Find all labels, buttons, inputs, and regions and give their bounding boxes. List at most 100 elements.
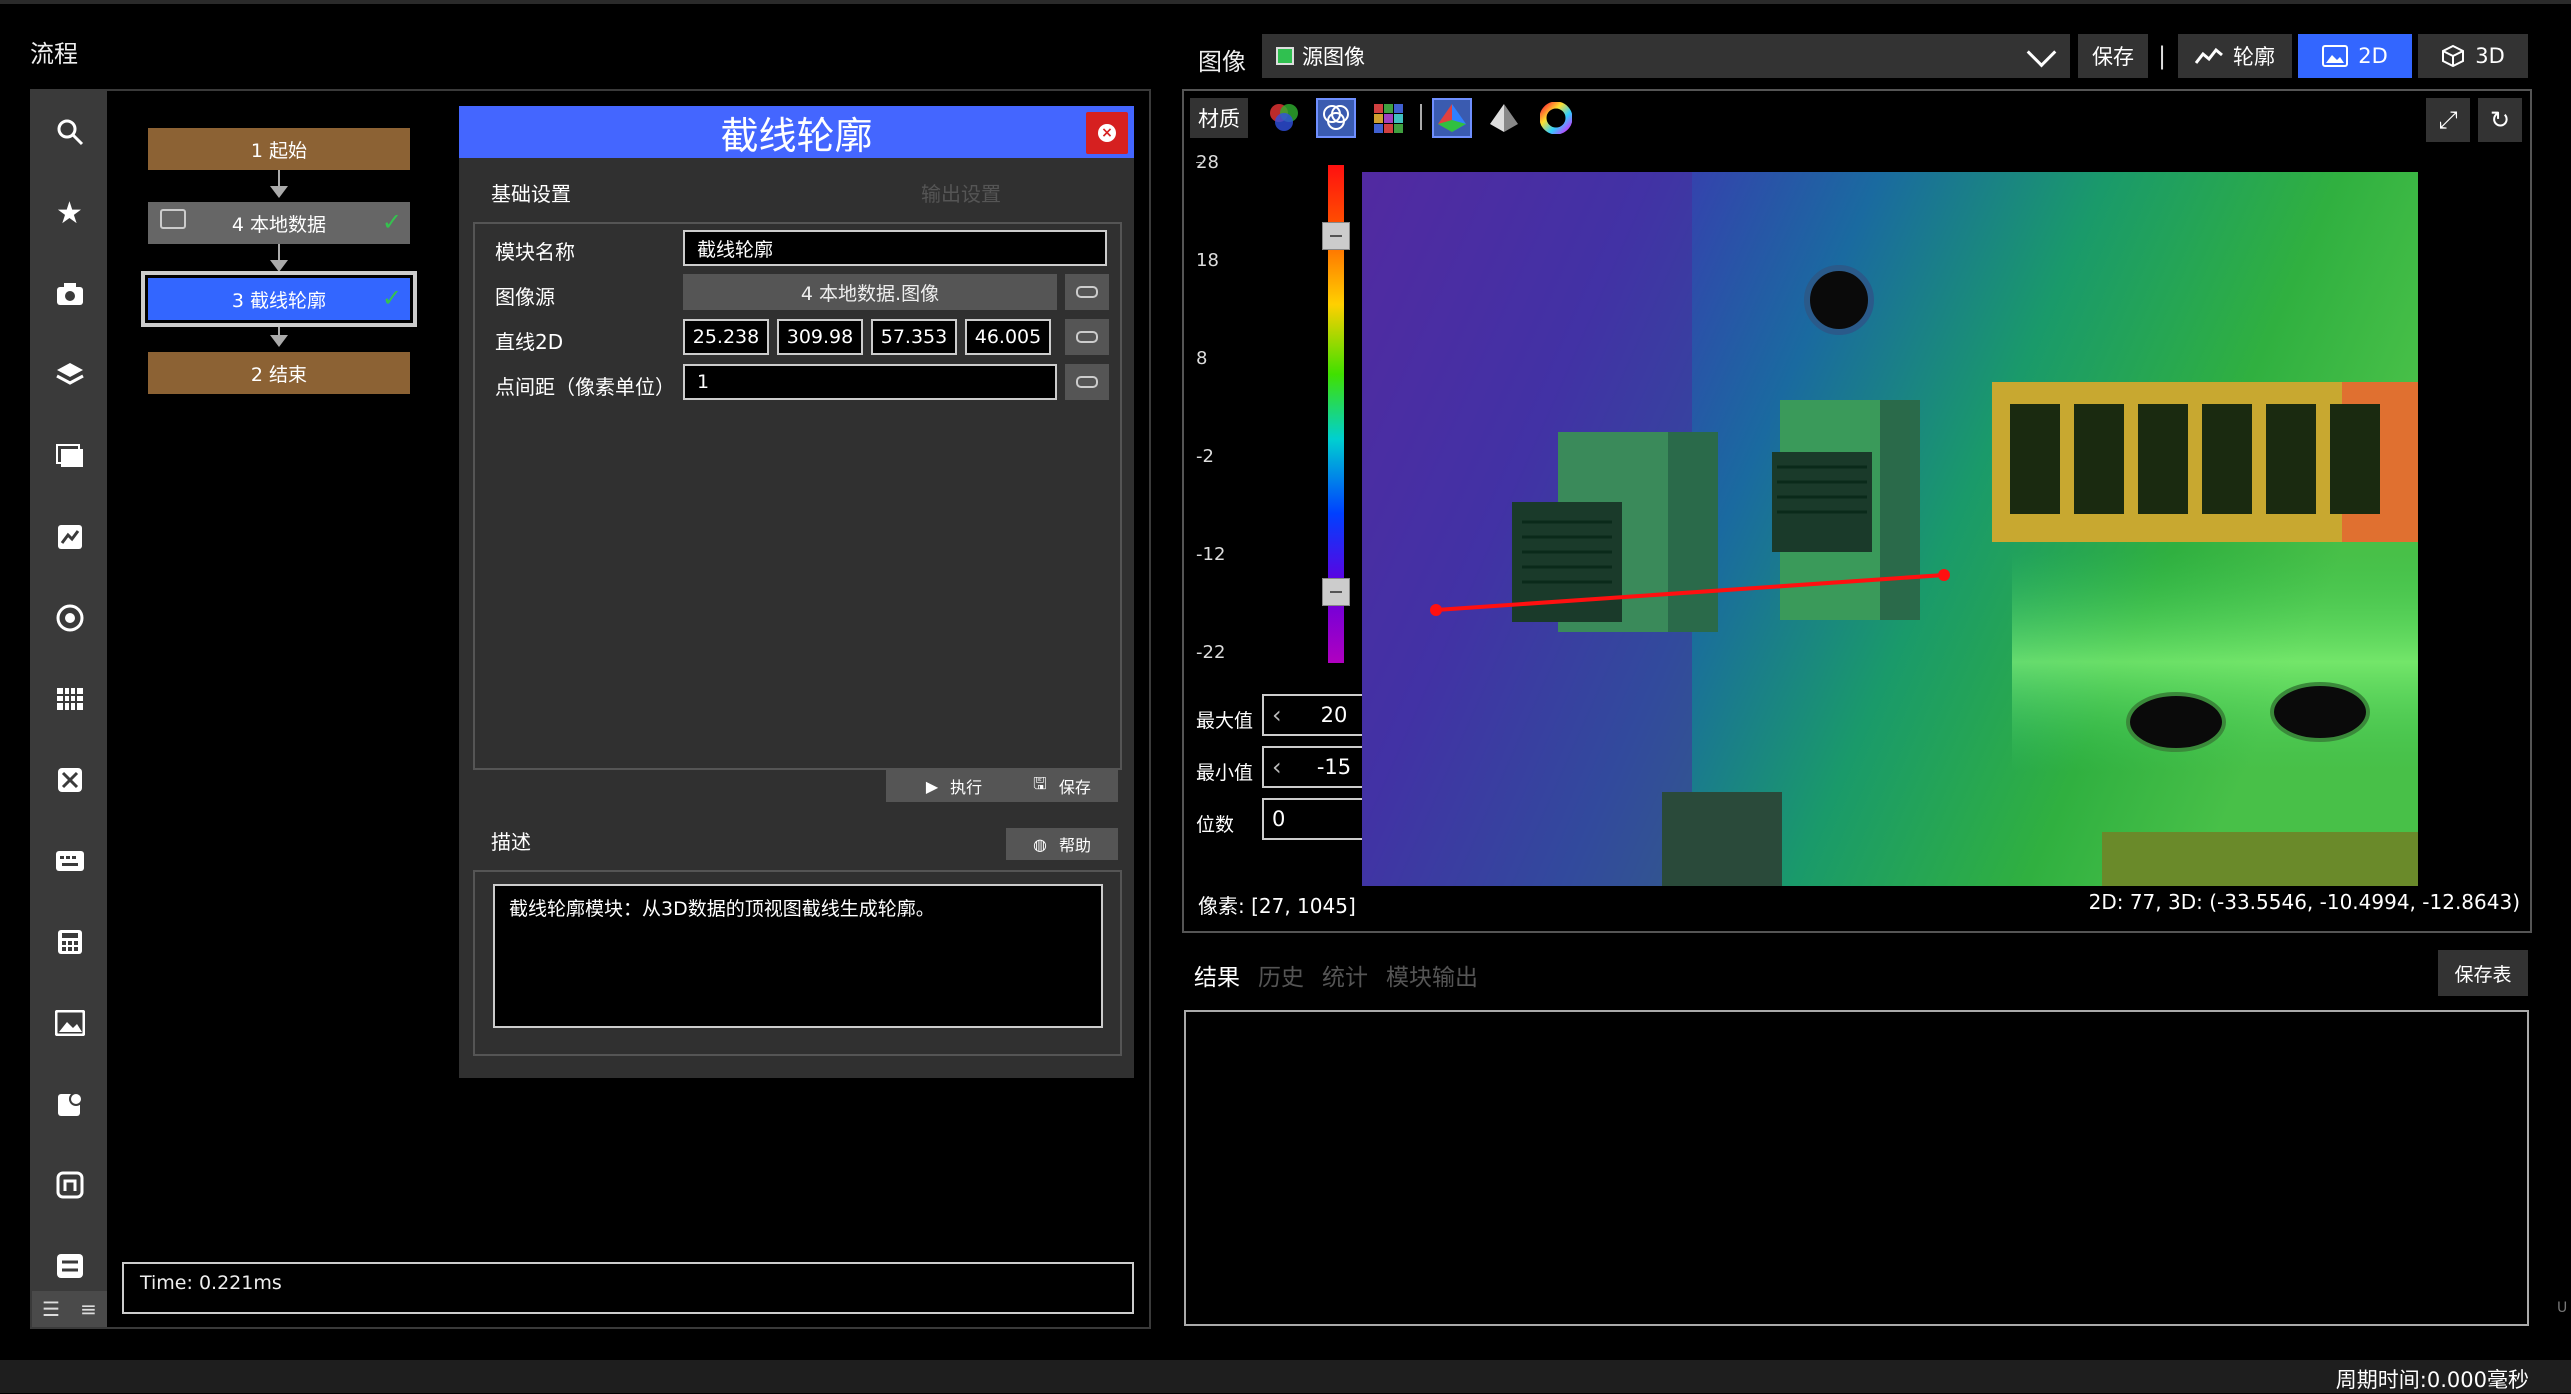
source-color-icon bbox=[1276, 47, 1294, 65]
flow-node-start[interactable]: 1 起始 bbox=[148, 128, 410, 170]
link-icon bbox=[1076, 331, 1098, 343]
height-map-image[interactable] bbox=[1362, 172, 2418, 886]
image-source-link-button[interactable] bbox=[1065, 274, 1109, 310]
color-pyramid-icon[interactable] bbox=[1432, 98, 1472, 138]
chevron-left-icon[interactable]: ‹ bbox=[1272, 701, 1282, 729]
check-icon: ✓ bbox=[381, 284, 402, 312]
refresh-button[interactable]: ↻ bbox=[2478, 98, 2522, 142]
target-icon[interactable] bbox=[32, 593, 107, 643]
view-3d-button[interactable]: 3D bbox=[2418, 34, 2528, 78]
flow-arrow-icon bbox=[270, 335, 288, 347]
line2d-link-button[interactable] bbox=[1065, 319, 1109, 355]
picture-icon[interactable] bbox=[32, 998, 107, 1048]
scale-max-handle[interactable] bbox=[1322, 222, 1350, 250]
close-icon: × bbox=[1098, 124, 1116, 142]
flow-connector bbox=[278, 327, 280, 335]
tab-basic-settings[interactable]: 基础设置 bbox=[491, 178, 571, 207]
view-3d-label: 3D bbox=[2475, 44, 2505, 68]
run-button[interactable]: ▶ 执行 bbox=[886, 770, 1022, 802]
tool-separator bbox=[1420, 104, 1422, 130]
line2d-label: 直线2D bbox=[495, 330, 564, 354]
keyboard-icon[interactable] bbox=[32, 836, 107, 886]
mono-circles-icon[interactable] bbox=[1316, 98, 1356, 138]
scale-label: 8 bbox=[1196, 348, 1208, 369]
status-bar: 周期时间:0.000毫秒 bbox=[0, 1360, 2571, 1393]
gray-pyramid-icon[interactable] bbox=[1484, 98, 1524, 138]
scale-min-handle[interactable] bbox=[1322, 578, 1350, 606]
grid-icon[interactable] bbox=[32, 674, 107, 724]
image-source-select[interactable]: 4 本地数据.图像 bbox=[683, 274, 1057, 310]
image-source-dropdown[interactable]: 源图像 bbox=[1262, 34, 2070, 78]
image-save-button[interactable]: 保存 bbox=[2078, 34, 2148, 78]
view-2d-button[interactable]: 2D bbox=[2298, 34, 2412, 78]
floppy-icon: 🖫 bbox=[1033, 773, 1047, 793]
rgb-circles-icon[interactable] bbox=[1264, 98, 1304, 138]
folder-icon bbox=[160, 209, 186, 229]
save-button[interactable]: 🖫 保存 bbox=[1006, 770, 1118, 802]
chevron-left-icon[interactable]: ‹ bbox=[1272, 753, 1282, 781]
profile-view-label: 轮廓 bbox=[2233, 45, 2275, 69]
material-button[interactable]: 材质 bbox=[1190, 98, 1248, 138]
filter-icon[interactable]: ☰ bbox=[42, 1297, 60, 1321]
clock-window-icon[interactable] bbox=[32, 1079, 107, 1129]
point-spacing-input[interactable]: 1 bbox=[683, 364, 1057, 400]
layers-icon[interactable] bbox=[32, 350, 107, 400]
flow-node-label: 3 截线轮廓 bbox=[231, 289, 327, 312]
image-edit-icon[interactable] bbox=[32, 512, 107, 562]
link-icon bbox=[1076, 286, 1098, 298]
flow-connector bbox=[278, 244, 280, 260]
top-border bbox=[0, 0, 2571, 4]
profile-view-button[interactable]: 轮廓 bbox=[2178, 34, 2292, 78]
check-icon: ✓ bbox=[381, 208, 402, 236]
tab-module-output[interactable]: 模块输出 bbox=[1386, 958, 1478, 992]
color-wheel-icon[interactable] bbox=[1536, 98, 1576, 138]
dialog-title: 截线轮廓 bbox=[720, 113, 873, 158]
globe-icon: ◍ bbox=[1033, 834, 1047, 854]
module-settings-dialog: 截线轮廓 × 基础设置 输出设置 模块名称 截线轮廓 图像源 4 本地数据.图像… bbox=[459, 106, 1134, 1078]
cube-icon bbox=[2442, 44, 2465, 68]
mosaic-icon[interactable] bbox=[1368, 98, 1408, 138]
flow-node-end[interactable]: 2 结束 bbox=[148, 352, 410, 394]
help-button[interactable]: ◍ 帮助 bbox=[1006, 828, 1118, 860]
star-icon[interactable]: ★ bbox=[32, 188, 107, 238]
close-button[interactable]: × bbox=[1086, 112, 1128, 154]
toolbar-separator: | bbox=[2158, 42, 2167, 70]
tab-history[interactable]: 历史 bbox=[1258, 958, 1304, 992]
list-icon[interactable]: ≡ bbox=[80, 1297, 97, 1321]
tool-sidebar: ★ ☰ ≡ bbox=[32, 91, 107, 1327]
line2d-y1-input[interactable]: 309.98 bbox=[777, 319, 863, 355]
image-source-value: 源图像 bbox=[1302, 45, 1365, 69]
image-source-label: 图像源 bbox=[495, 285, 555, 309]
execution-time: Time: 0.221ms bbox=[122, 1262, 1134, 1314]
image-panel-title: 图像 bbox=[1198, 48, 1246, 76]
loop-icon[interactable] bbox=[32, 1160, 107, 1210]
camera-icon[interactable] bbox=[32, 269, 107, 319]
description-title: 描述 bbox=[491, 830, 531, 854]
tab-statistics[interactable]: 统计 bbox=[1322, 958, 1368, 992]
calculator-icon[interactable] bbox=[32, 917, 107, 967]
tab-output-settings[interactable]: 输出设置 bbox=[921, 178, 1001, 207]
tools-icon[interactable] bbox=[32, 755, 107, 805]
frames-icon[interactable] bbox=[32, 431, 107, 481]
search-icon[interactable] bbox=[32, 107, 107, 157]
results-tabs: 结果 历史 统计 模块输出 bbox=[1194, 958, 1478, 992]
refresh-icon: ↻ bbox=[2489, 106, 2511, 134]
view-2d-label: 2D bbox=[2358, 44, 2388, 68]
save-table-button[interactable]: 保存表 bbox=[2438, 950, 2528, 996]
transfer-icon[interactable] bbox=[32, 1241, 107, 1291]
point-spacing-link-button[interactable] bbox=[1065, 364, 1109, 400]
flow-node-line-profile[interactable]: 3 截线轮廓 ✓ bbox=[141, 271, 417, 327]
tab-results[interactable]: 结果 bbox=[1194, 958, 1240, 992]
play-icon: ▶ bbox=[925, 776, 939, 796]
line2d-x2-input[interactable]: 57.353 bbox=[871, 319, 957, 355]
fullscreen-button[interactable]: ⤢ bbox=[2426, 98, 2470, 142]
settings-panel: 模块名称 截线轮廓 图像源 4 本地数据.图像 直线2D 25.238 309.… bbox=[473, 222, 1122, 770]
results-table[interactable] bbox=[1184, 1010, 2529, 1326]
flow-arrow-icon bbox=[270, 260, 288, 272]
line2d-x1-input[interactable]: 25.238 bbox=[683, 319, 769, 355]
scale-label: 18 bbox=[1196, 250, 1219, 271]
max-value: 20 bbox=[1320, 703, 1348, 727]
module-name-input[interactable]: 截线轮廓 bbox=[683, 230, 1107, 266]
line2d-y2-input[interactable]: 46.005 bbox=[965, 319, 1051, 355]
flow-node-local-data[interactable]: 4 本地数据 ✓ bbox=[148, 202, 410, 244]
